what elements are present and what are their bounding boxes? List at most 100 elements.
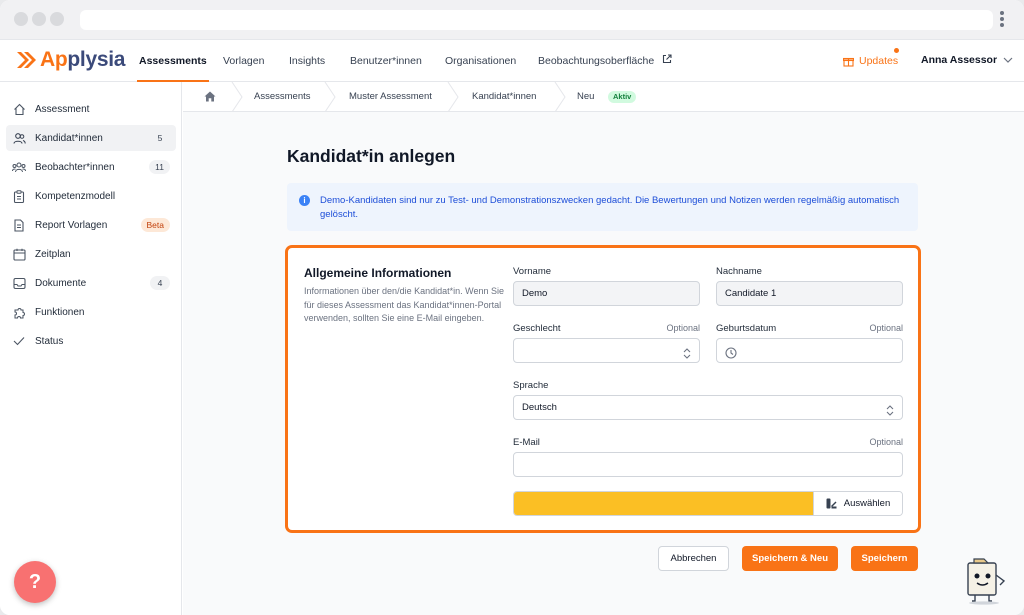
sidebar-item-assessment[interactable]: Assessment [6,96,176,122]
user-menu[interactable]: Anna Assessor [921,54,1013,66]
app-window: Applysia Assessments Vorlagen Insights B… [0,0,1024,615]
applysia-logo[interactable]: Applysia [16,48,125,72]
nachname-field[interactable]: Candidate 1 [716,281,903,306]
choose-color-button[interactable]: Auswählen [813,492,902,515]
window-dot [50,12,64,26]
count-badge: 4 [150,276,170,290]
check-icon [12,334,26,348]
window-dot [32,12,46,26]
page-title: Kandidat*in anlegen [287,146,456,166]
info-banner: i Demo-Kandidaten sind nur zu Test- und … [287,183,918,231]
email-field[interactable] [513,452,903,477]
tab-organisationen[interactable]: Organisationen [445,40,516,82]
logo-text-a: Ap [40,48,68,71]
choose-color-label: Auswählen [843,498,891,509]
tab-benutzer[interactable]: Benutzer*innen [350,40,422,82]
optional-hint: Optional [869,437,903,447]
sidebar: Assessment Kandidat*innen 5 Beobachter*i… [0,82,182,615]
breadcrumb-home-icon[interactable] [204,91,216,102]
geburtsdatum-field[interactable] [716,338,903,363]
vorname-field[interactable]: Demo [513,281,700,306]
home-icon [12,102,26,116]
breadcrumb-neu: Neu [577,91,595,102]
main-content: Assessments Muster Assessment Kandidat*i… [183,82,1024,615]
sprache-select[interactable]: Deutsch [513,395,903,420]
section-title: Allgemeine Informationen [304,266,452,280]
breadcrumb-muster-assessment[interactable]: Muster Assessment [349,82,432,112]
sidebar-item-report-vorlagen[interactable]: Report Vorlagen Beta [6,212,176,238]
puzzle-icon [12,305,26,319]
sidebar-item-status[interactable]: Status [6,328,176,354]
sidebar-item-funktionen[interactable]: Funktionen [6,299,176,325]
tab-beobachtungsoberflaeche[interactable]: Beobachtungsoberfläche [538,40,672,82]
geschlecht-select[interactable] [513,338,700,363]
breadcrumb-separator [447,82,459,112]
sidebar-item-label: Assessment [35,103,90,115]
breadcrumb-kandidaten[interactable]: Kandidat*innen [472,82,536,112]
sprache-label: Sprache [513,380,549,391]
logo-chevron-icon [16,51,38,69]
status-badge: Aktiv [608,91,637,103]
geburtsdatum-label: Geburtsdatum [716,323,777,334]
optional-hint: Optional [869,323,903,333]
users-icon [12,131,26,145]
palette-icon [826,498,837,509]
help-button[interactable]: ? [14,561,56,603]
count-badge: 5 [150,131,170,145]
calendar-icon [12,247,26,261]
breadcrumb: Assessments Muster Assessment Kandidat*i… [183,82,1024,112]
color-swatch[interactable] [514,492,813,515]
breadcrumb-assessments[interactable]: Assessments [254,82,311,112]
browser-menu-icon[interactable] [1000,11,1004,29]
vorname-label: Vorname [513,266,552,277]
breadcrumb-separator [324,82,336,112]
sidebar-item-beobachter[interactable]: Beobachter*innen 11 [6,154,176,180]
browser-chrome [0,0,1024,40]
mascot-illustration[interactable] [962,555,1010,605]
inbox-icon [12,276,26,290]
sidebar-item-label: Kandidat*innen [35,132,103,144]
updates-label: Updates [859,55,899,67]
beta-badge: Beta [140,218,170,232]
clock-icon [725,345,737,368]
breadcrumb-separator [554,82,566,112]
sidebar-item-label: Kompetenzmodell [35,190,116,202]
sidebar-item-label: Status [35,335,64,347]
count-badge: 11 [149,160,170,174]
updates-button[interactable]: Updates [843,48,899,68]
sidebar-item-kompetenzmodell[interactable]: Kompetenzmodell [6,183,176,209]
section-description: Informationen über den/die Kandidat*in. … [304,286,504,323]
tab-insights[interactable]: Insights [289,40,325,82]
notification-dot [894,48,899,53]
user-name: Anna Assessor [921,54,998,66]
sidebar-item-label: Funktionen [35,306,85,318]
info-icon: i [299,195,310,206]
info-text: Demo-Kandidaten sind nur zu Test- und De… [320,195,900,220]
top-navigation: Applysia Assessments Vorlagen Insights B… [0,40,1024,82]
breadcrumb-separator [231,82,243,112]
sidebar-item-label: Report Vorlagen [35,219,108,231]
external-link-icon [662,40,672,82]
sidebar-item-zeitplan[interactable]: Zeitplan [6,241,176,267]
address-bar[interactable] [80,10,993,30]
tab-beobachtungsoberflaeche-label: Beobachtungsoberfläche [538,55,655,67]
sidebar-item-label: Beobachter*innen [35,161,115,173]
sidebar-item-kandidaten[interactable]: Kandidat*innen 5 [6,125,176,151]
save-button[interactable]: Speichern [851,546,918,571]
chevron-down-icon [1003,57,1013,63]
sprache-value: Deutsch [522,402,557,413]
optional-hint: Optional [666,323,700,333]
document-icon [12,218,26,232]
tab-assessments[interactable]: Assessments [137,40,209,82]
logo-text-b: plysia [67,48,126,71]
sidebar-item-dokumente[interactable]: Dokumente 4 [6,270,176,296]
gift-icon [843,56,854,67]
window-dot [14,12,28,26]
nachname-label: Nachname [716,266,762,277]
sidebar-item-label: Dokumente [35,277,87,289]
cancel-button[interactable]: Abbrechen [658,546,729,571]
select-chevron-icon [886,402,894,425]
tab-vorlagen[interactable]: Vorlagen [223,40,264,82]
geschlecht-label: Geschlecht [513,323,561,334]
save-and-new-button[interactable]: Speichern & Neu [742,546,838,571]
